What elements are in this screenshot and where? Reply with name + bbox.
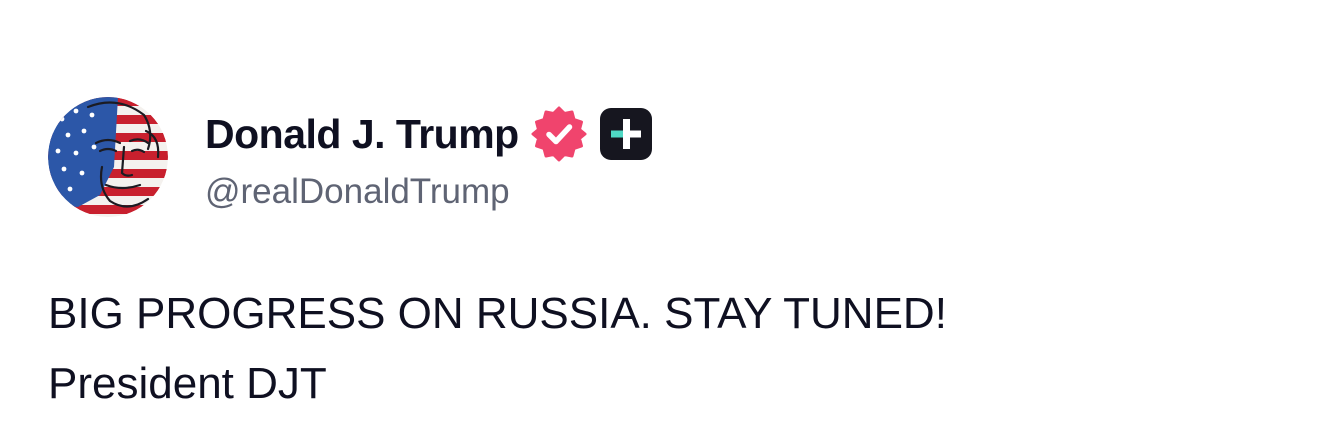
author-display-name[interactable]: Donald J. Trump <box>205 111 519 158</box>
verified-badge-icon <box>531 106 587 162</box>
avatar[interactable] <box>48 97 168 217</box>
author-line: Donald J. Trump <box>205 104 653 164</box>
post-text-line-2: President DJT <box>48 359 327 408</box>
post-card: Donald J. Trump @realDonaldTrump BIG PRO… <box>0 0 1320 434</box>
plus-badge-icon <box>599 107 653 161</box>
avatar-image <box>48 97 168 217</box>
post-content: BIG PROGRESS ON RUSSIA. STAY TUNED! Pres… <box>48 279 1268 419</box>
author-handle[interactable]: @realDonaldTrump <box>205 172 510 212</box>
post-text-line-1: BIG PROGRESS ON RUSSIA. STAY TUNED! <box>48 289 947 338</box>
